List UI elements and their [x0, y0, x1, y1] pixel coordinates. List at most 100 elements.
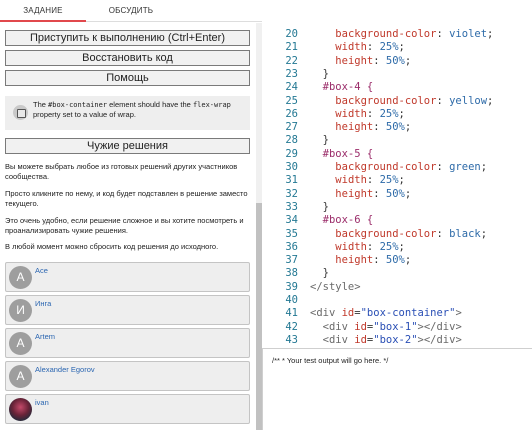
solution-author[interactable]: Ace [35, 266, 48, 275]
code-line[interactable]: 21 width: 25%; [262, 41, 532, 54]
code-text: } [310, 267, 329, 280]
code-line[interactable]: 25 background-color: yellow; [262, 95, 532, 108]
code-text: #box-5 { [310, 147, 374, 160]
code-line[interactable]: 24 #box-4 { [262, 81, 532, 94]
code-text: <div id="box-container"> [310, 307, 462, 320]
line-number: 21 [285, 41, 298, 54]
avatar: A [9, 332, 32, 355]
code-editor[interactable]: 20 background-color: violet; 21 width: 25… [262, 0, 532, 348]
code-line[interactable]: 28 } [262, 134, 532, 147]
code-text: width: 25%; [335, 240, 405, 253]
code-text: } [310, 134, 329, 147]
code-line[interactable]: 39 </style> [262, 281, 532, 294]
line-number: 34 [285, 214, 298, 227]
line-number: 33 [285, 200, 298, 213]
line-number: 43 [285, 333, 298, 346]
code-text: </style> [310, 280, 361, 293]
line-number: 35 [285, 227, 298, 240]
tab-task[interactable]: ЗАДАНИЕ [0, 0, 86, 22]
test-hint: The #box-container element should have t… [5, 96, 250, 130]
solution-item[interactable]: A Alexander Egorov [5, 361, 250, 391]
code-line[interactable]: 35 background-color: black; [262, 228, 532, 241]
others-solutions-button[interactable]: Чужие решения [5, 138, 250, 154]
code-text: #box-4 { [310, 81, 374, 94]
code-text: background-color: black; [335, 227, 488, 240]
code-line[interactable]: 26 width: 25%; [262, 108, 532, 121]
run-button[interactable]: Приступить к выполнению (Ctrl+Enter) [5, 30, 250, 46]
line-number: 32 [285, 187, 298, 200]
solution-item[interactable]: И Инга [5, 295, 250, 325]
avatar: И [9, 299, 32, 322]
line-number: 20 [285, 28, 298, 40]
code-text: height: 50%; [335, 121, 412, 134]
solution-item[interactable]: A Artem [5, 328, 250, 358]
code-text: } [310, 200, 329, 213]
code-line[interactable]: 38 } [262, 267, 532, 280]
info-paragraph: В любой момент можно сбросить код решени… [5, 242, 219, 251]
code-line[interactable]: 42 <div id="box-1"></div> [262, 321, 532, 334]
code-text: <div id="box-1"></div> [322, 320, 462, 333]
code-line[interactable]: 34 #box-6 { [262, 214, 532, 227]
code-text: width: 25%; [335, 107, 405, 120]
code-line[interactable]: 23 } [262, 68, 532, 81]
left-panel: ЗАДАНИЕ ОБСУДИТЬ Приступить к выполнению… [0, 0, 262, 430]
hint-icon [13, 105, 28, 120]
line-number: 24 [285, 81, 298, 94]
code-text: width: 25%; [335, 41, 405, 54]
code-line[interactable]: 27 height: 50%; [262, 121, 532, 134]
solution-author[interactable]: ivan [35, 398, 49, 407]
test-output-text: /** * Your test output will go here. */ [272, 356, 389, 365]
line-number: 39 [285, 280, 298, 293]
line-number: 25 [285, 94, 298, 107]
code-line[interactable]: 20 background-color: violet; [262, 28, 532, 41]
code-line[interactable]: 30 background-color: green; [262, 161, 532, 174]
line-number: 26 [285, 107, 298, 120]
instructions-scroll-area: Приступить к выполнению (Ctrl+Enter) Вос… [0, 23, 256, 430]
info-paragraph: Это очень удобно, если решение сложное и… [5, 216, 244, 235]
code-text: height: 50%; [335, 254, 412, 267]
line-number: 23 [285, 67, 298, 80]
code-text: height: 50%; [335, 54, 412, 67]
code-line[interactable]: 32 height: 50%; [262, 188, 532, 201]
code-line[interactable]: 31 width: 25%; [262, 174, 532, 187]
info-paragraph: Просто кликните по нему, и код будет под… [5, 189, 248, 208]
solution-author[interactable]: Инга [35, 299, 51, 308]
line-number: 27 [285, 121, 298, 134]
code-line[interactable]: 22 height: 50%; [262, 55, 532, 68]
line-number: 30 [285, 161, 298, 173]
solution-author[interactable]: Artem [35, 332, 55, 341]
solution-author[interactable]: Alexander Egorov [35, 365, 95, 374]
line-number: 29 [285, 147, 298, 160]
code-text: width: 25%; [335, 174, 405, 187]
hint-text: The #box-container element should have t… [33, 100, 231, 119]
line-number: 41 [285, 307, 298, 320]
app-root: ЗАДАНИЕ ОБСУДИТЬ Приступить к выполнению… [0, 0, 532, 430]
line-number: 22 [285, 54, 298, 67]
code-text: height: 50%; [335, 187, 412, 200]
solution-item[interactable]: A Ace [5, 262, 250, 292]
code-text: background-color: green; [335, 161, 488, 173]
solution-item[interactable]: ivan [5, 394, 250, 424]
active-tab-indicator [0, 20, 86, 22]
code-line[interactable]: 36 width: 25%; [262, 241, 532, 254]
code-line[interactable]: 40 [262, 294, 532, 307]
avatar: A [9, 266, 32, 289]
code-line[interactable]: 37 height: 50%; [262, 254, 532, 267]
code-line[interactable]: 29 #box-5 { [262, 148, 532, 161]
code-text: #box-6 { [310, 214, 374, 227]
line-number: 37 [285, 254, 298, 267]
reset-code-button[interactable]: Восстановить код [5, 50, 250, 66]
tab-discuss[interactable]: ОБСУДИТЬ [86, 0, 176, 22]
code-line[interactable]: 41 <div id="box-container"> [262, 307, 532, 320]
avatar: A [9, 365, 32, 388]
tab-bar: ЗАДАНИЕ ОБСУДИТЬ [0, 0, 262, 22]
code-text: background-color: yellow; [335, 94, 494, 107]
code-line[interactable]: 33 } [262, 201, 532, 214]
help-button[interactable]: Помощь [5, 70, 250, 86]
line-number: 36 [285, 240, 298, 253]
code-text: background-color: violet; [335, 28, 494, 40]
code-text: } [310, 67, 329, 80]
test-output-panel: /** * Your test output will go here. */ [263, 348, 532, 430]
code-line[interactable]: 43 <div id="box-2"></div> [262, 334, 532, 347]
line-number: 31 [285, 174, 298, 187]
